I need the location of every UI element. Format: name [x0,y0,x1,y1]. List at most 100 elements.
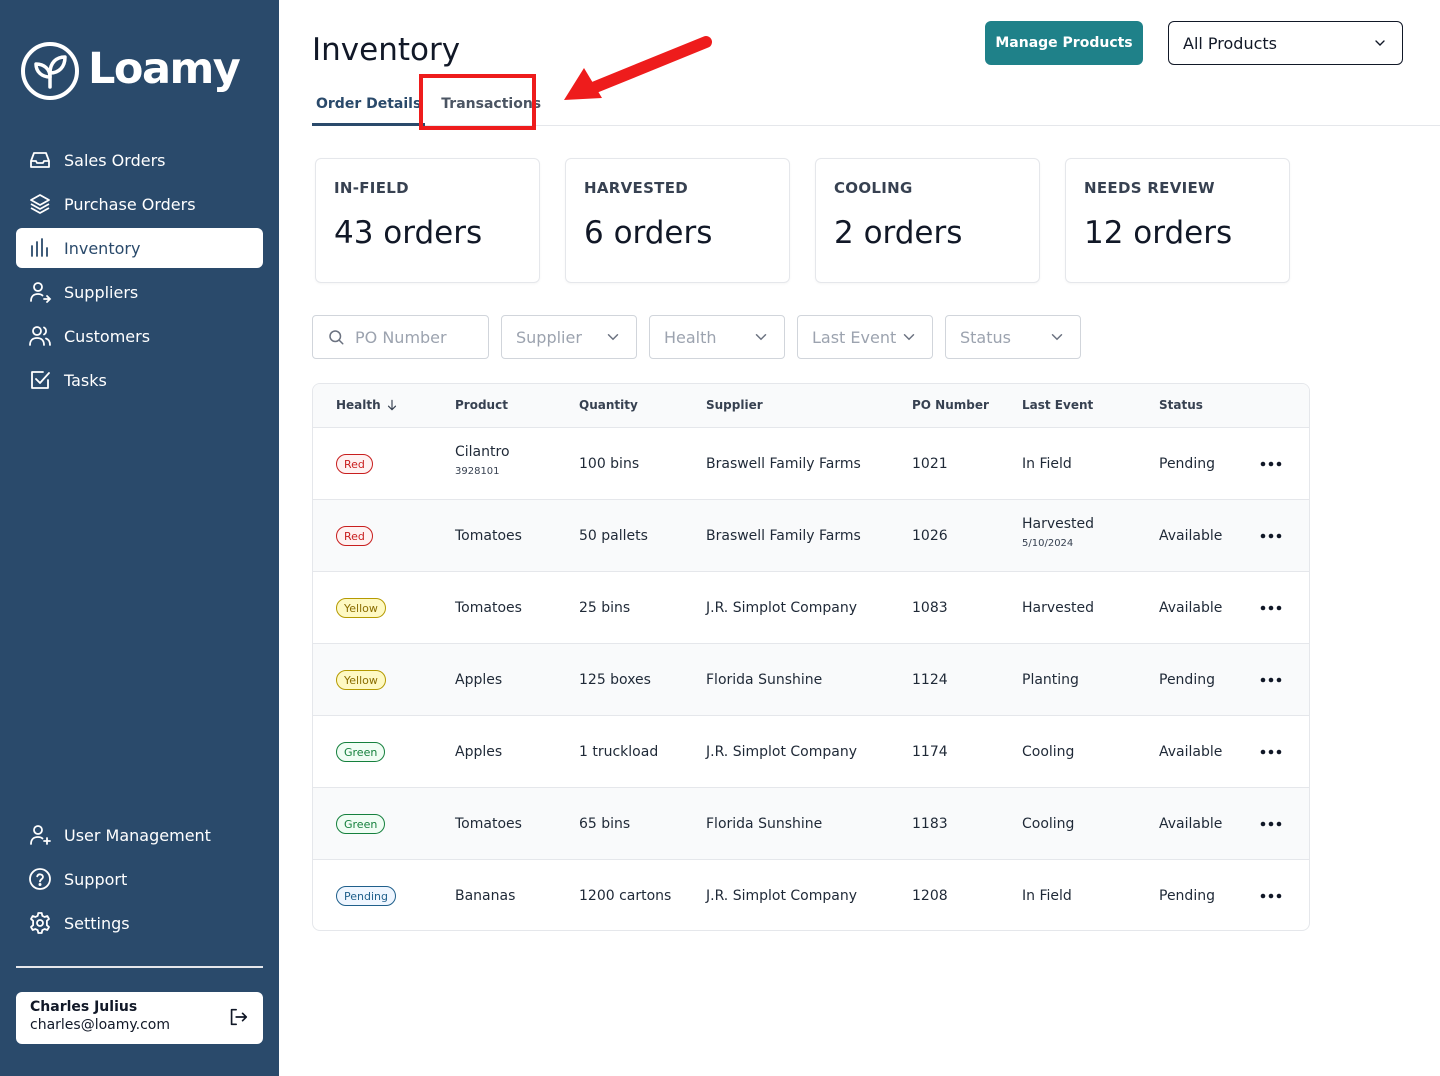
layers-icon [28,192,52,216]
table-row[interactable]: Yellow Apples 125 boxes Florida Sunshine 112… [313,644,1309,716]
last-event-date: 5/10/2024 [1022,538,1074,549]
status-filter-label: Status [960,327,1011,347]
inventory-table: Health Product Quantity Supplier PO Numb… [312,383,1310,931]
more-options-icon[interactable] [1259,890,1283,902]
chevron-down-icon [755,334,767,341]
more-options-icon[interactable] [1259,674,1283,686]
table-row[interactable]: Pending Bananas 1200 cartons J.R. Simplot C… [313,860,1309,930]
quantity-cell: 125 boxes [579,672,651,688]
sidebar-item-suppliers[interactable]: Suppliers [16,272,263,312]
help-circle-icon [28,867,52,891]
secondary-nav: User Management Support Settings [16,815,263,947]
status-filter[interactable]: Status [945,315,1081,359]
po-number-cell: 1021 [912,456,948,472]
health-filter[interactable]: Health [649,315,785,359]
supplier-cell: J.R. Simplot Company [706,888,858,904]
sort-arrow-down-icon [387,399,396,411]
status-cell: Pending [1159,888,1215,904]
manage-products-button[interactable]: Manage Products [985,21,1143,65]
sidebar-item-user-management[interactable]: User Management [16,815,263,855]
product-cell: Tomatoes [455,528,522,544]
gear-icon [28,911,52,935]
last-event-cell: Cooling [1022,744,1074,760]
po-number-cell: 1208 [912,888,948,904]
main-nav: Sales Orders Purchase Orders Inventory S… [16,140,263,404]
sidebar-item-label: User Management [64,825,211,845]
stat-label: NEEDS REVIEW [1084,179,1215,197]
sidebar: Loamy Sales Orders Purchase Orders Inven… [0,0,279,1076]
po-number-search[interactable]: PO Number [312,315,489,359]
health-filter-label: Health [664,327,717,347]
sidebar-item-purchase-orders[interactable]: Purchase Orders [16,184,263,224]
logo[interactable]: Loamy [20,41,241,101]
more-options-icon[interactable] [1259,458,1283,470]
tab-order-details[interactable]: Order Details [312,90,426,126]
po-number-cell: 1174 [912,744,948,760]
last-event-cell: In Field [1022,888,1072,904]
column-health-label: Health [336,398,381,412]
logout-icon[interactable] [227,1006,249,1028]
supplier-cell: Florida Sunshine [706,816,823,832]
status-cell: Available [1159,528,1223,544]
sidebar-item-sales-orders[interactable]: Sales Orders [16,140,263,180]
product-name: Cilantro [455,444,510,460]
sidebar-item-support[interactable]: Support [16,859,263,899]
table-body: Red Cilantro 3928101 100 bins Braswell Famil… [313,428,1309,930]
column-supplier[interactable]: Supplier [706,398,763,412]
user-email: charles@loamy.com [30,1017,171,1033]
last-event-name: In Field [1022,888,1072,904]
more-options-icon[interactable] [1259,530,1283,542]
last-event-name: In Field [1022,456,1072,472]
sidebar-item-label: Purchase Orders [64,194,196,214]
sidebar-item-label: Customers [64,326,151,346]
search-icon [329,330,344,345]
stat-value: 43 orders [334,215,483,251]
stat-card-harvested: HARVESTED 6 orders [565,158,790,283]
product-select-value: All Products [1183,33,1278,53]
product-select[interactable]: All Products [1168,21,1403,65]
product-name: Apples [455,744,503,760]
user-arrow-icon [28,280,52,304]
column-last-event[interactable]: Last Event [1022,398,1093,412]
column-product[interactable]: Product [455,398,508,412]
supplier-filter[interactable]: Supplier [501,315,637,359]
product-name: Bananas [455,888,516,904]
quantity-cell: 1 truckload [579,744,659,760]
sidebar-item-customers[interactable]: Customers [16,316,263,356]
chevron-down-icon [1051,334,1063,341]
table-row[interactable]: Green Apples 1 truckload J.R. Simplot Compa… [313,716,1309,788]
product-cell: Apples [455,744,502,760]
health-badge: Red [336,454,373,474]
table-row[interactable]: Green Tomatoes 65 bins Florida Sunshine 1183… [313,788,1309,860]
quantity-cell: 25 bins [579,600,631,616]
last-event-name: Cooling [1022,816,1075,832]
table-row[interactable]: Red Tomatoes 50 pallets Braswell Family Far… [313,500,1309,572]
last-event-filter[interactable]: Last Event [797,315,933,359]
product-name: Tomatoes [455,528,522,544]
column-status[interactable]: Status [1159,398,1203,412]
health-badge: Green [336,742,386,762]
table-header: Health Product Quantity Supplier PO Numb… [313,384,1309,428]
health-badge: Yellow [336,598,386,618]
supplier-cell: Braswell Family Farms [706,528,861,544]
last-event-cell: Planting [1022,672,1079,688]
table-row[interactable]: Red Cilantro 3928101 100 bins Braswell Famil… [313,428,1309,500]
more-options-icon[interactable] [1259,602,1283,614]
status-cell: Available [1159,744,1223,760]
table-row[interactable]: Yellow Tomatoes 25 bins J.R. Simplot Compan… [313,572,1309,644]
product-cell: Tomatoes [455,600,522,616]
sidebar-item-tasks[interactable]: Tasks [16,360,263,400]
more-options-icon[interactable] [1259,746,1283,758]
supplier-filter-label: Supplier [516,327,582,347]
more-options-icon[interactable] [1259,818,1283,830]
column-health[interactable]: Health [336,398,399,412]
column-po-number[interactable]: PO Number [912,398,989,412]
last-event-cell: Cooling [1022,816,1074,832]
health-badge: Yellow [336,670,386,690]
sidebar-item-inventory[interactable]: Inventory [16,228,263,268]
stat-card-needs-review: NEEDS REVIEW 12 orders [1065,158,1290,283]
sidebar-item-label: Tasks [64,370,107,390]
logo-text: Loamy [88,44,241,94]
column-quantity[interactable]: Quantity [579,398,638,412]
sidebar-item-settings[interactable]: Settings [16,903,263,943]
